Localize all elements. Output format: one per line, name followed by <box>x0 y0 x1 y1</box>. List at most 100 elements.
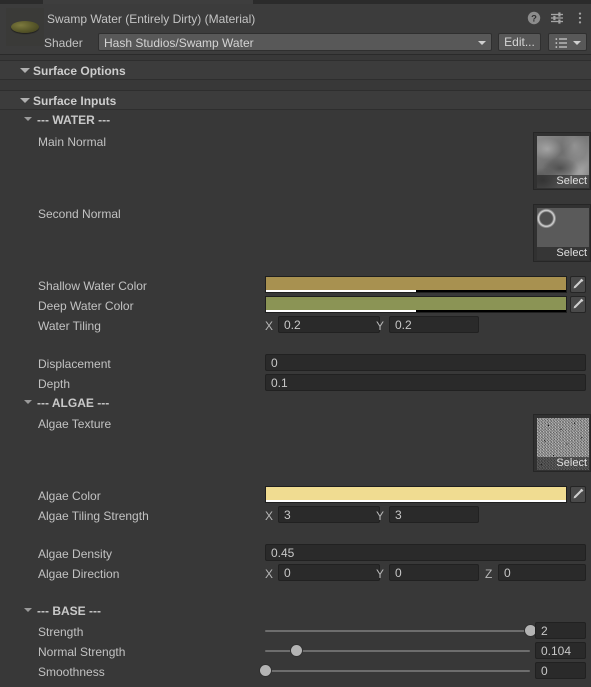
algae-direction-z-value: 0 <box>504 566 511 580</box>
water-tiling-x-label: X <box>265 319 274 333</box>
row-strength: Strength 2 <box>0 622 591 642</box>
strength-slider-track[interactable] <box>265 630 530 632</box>
shader-dropdown[interactable]: Hash Studios/Swamp Water <box>98 33 492 51</box>
strength-value: 2 <box>541 624 548 638</box>
water-tiling-y-input[interactable]: 0.2 <box>389 316 479 333</box>
water-tiling-x-input[interactable]: 0.2 <box>278 316 380 333</box>
algae-direction-z-input[interactable]: 0 <box>498 564 586 581</box>
material-header: Swamp Water (Entirely Dirty) (Material) … <box>0 4 591 55</box>
algae-texture-preview: Select <box>537 418 589 470</box>
chevron-down-icon <box>573 41 581 45</box>
material-preview-sphere-icon <box>11 21 39 33</box>
deep-water-eyedropper-icon[interactable] <box>570 296 586 313</box>
algae-tiling-x-value: 3 <box>284 508 291 522</box>
displacement-value: 0 <box>271 356 278 370</box>
chevron-down-icon <box>24 117 32 121</box>
algae-select-label[interactable]: Select <box>537 457 589 470</box>
smoothness-label: Smoothness <box>38 665 105 679</box>
algae-texture-label: Algae Texture <box>38 417 112 431</box>
edit-shader-button[interactable]: Edit... <box>498 33 541 51</box>
row-algae-direction: Algae Direction X 0 Y 0 Z 0 <box>0 564 591 584</box>
depth-input[interactable]: 0.1 <box>265 374 586 391</box>
group-algae[interactable]: --- ALGAE --- <box>0 394 591 412</box>
algae-direction-x-input[interactable]: 0 <box>278 564 380 581</box>
main-normal-texture-preview: Select <box>537 136 589 188</box>
algae-direction-label: Algae Direction <box>38 567 120 581</box>
smoothness-slider-knob[interactable] <box>259 665 271 676</box>
group-base-label: --- BASE --- <box>37 604 101 618</box>
chevron-down-icon <box>478 41 486 45</box>
algae-direction-y-value: 0 <box>395 566 402 580</box>
depth-value: 0.1 <box>271 376 288 390</box>
smoothness-slider-track[interactable] <box>265 670 530 672</box>
water-tiling-y-value: 0.2 <box>395 318 412 332</box>
group-algae-label: --- ALGAE --- <box>37 396 110 410</box>
main-normal-select-label[interactable]: Select <box>537 175 589 188</box>
algae-tiling-y-input[interactable]: 3 <box>389 506 479 523</box>
deep-water-color-swatch[interactable] <box>265 296 567 313</box>
help-icon[interactable]: ? <box>527 11 541 25</box>
foldout-surface-options[interactable]: Surface Options <box>0 60 591 80</box>
algae-color-swatch[interactable] <box>265 486 567 503</box>
shader-preset-button[interactable] <box>548 33 587 51</box>
row-second-normal: Second Normal <box>0 204 591 224</box>
chevron-down-icon <box>20 68 30 73</box>
row-normal-strength: Normal Strength 0.104 <box>0 642 591 662</box>
row-depth: Depth 0.1 <box>0 374 591 394</box>
chevron-down-icon <box>24 400 32 404</box>
row-displacement: Displacement 0 <box>0 354 591 374</box>
algae-direction-y-input[interactable]: 0 <box>389 564 479 581</box>
shader-label: Shader <box>44 36 83 50</box>
second-normal-texture-field[interactable]: Select <box>533 204 591 262</box>
group-water[interactable]: --- WATER --- <box>0 111 591 129</box>
preset-settings-icon[interactable] <box>550 11 564 25</box>
shallow-water-color-label: Shallow Water Color <box>38 279 147 293</box>
strength-input[interactable]: 2 <box>535 622 586 639</box>
water-tiling-label: Water Tiling <box>38 319 101 333</box>
group-water-label: --- WATER --- <box>37 113 111 127</box>
header-icon-group: ? <box>527 11 587 25</box>
kebab-menu-icon[interactable] <box>573 11 587 25</box>
algae-texture-field[interactable]: Select <box>533 414 591 472</box>
shallow-water-color-swatch[interactable] <box>265 276 567 293</box>
smoothness-input[interactable]: 0 <box>535 662 586 679</box>
normal-strength-slider-knob[interactable] <box>291 645 303 656</box>
displacement-label: Displacement <box>38 357 111 371</box>
row-algae-tiling-strength: Algae Tiling Strength X 3 Y 3 <box>0 506 591 526</box>
foldout-surface-inputs[interactable]: Surface Inputs <box>0 90 591 110</box>
row-shallow-water-color: Shallow Water Color <box>0 276 591 296</box>
row-water-tiling: Water Tiling X 0.2 Y 0.2 <box>0 316 591 336</box>
algae-density-label: Algae Density <box>38 547 113 561</box>
normal-strength-input[interactable]: 0.104 <box>535 642 586 659</box>
algae-density-value: 0.45 <box>271 546 295 560</box>
algae-direction-z-label: Z <box>485 567 493 581</box>
algae-tiling-strength-label: Algae Tiling Strength <box>38 509 149 523</box>
shader-list-icon <box>555 37 568 52</box>
algae-direction-x-value: 0 <box>284 566 291 580</box>
svg-text:?: ? <box>531 14 537 25</box>
smoothness-value: 0 <box>541 664 548 678</box>
chevron-down-icon <box>20 98 30 103</box>
strength-slider-knob[interactable] <box>524 625 536 636</box>
water-tiling-y-label: Y <box>376 319 385 333</box>
main-normal-label: Main Normal <box>38 135 107 149</box>
foldout-surface-inputs-label: Surface Inputs <box>33 94 117 108</box>
algae-color-eyedropper-icon[interactable] <box>570 486 586 503</box>
row-algae-texture: Algae Texture <box>0 414 591 434</box>
algae-tiling-y-value: 3 <box>395 508 402 522</box>
row-smoothness: Smoothness 0 <box>0 662 591 682</box>
second-normal-texture-preview: Select <box>537 208 589 260</box>
normal-strength-slider-track[interactable] <box>265 650 530 652</box>
algae-density-input[interactable]: 0.45 <box>265 544 586 561</box>
second-normal-select-label[interactable]: Select <box>537 247 589 260</box>
group-base[interactable]: --- BASE --- <box>0 602 591 620</box>
algae-direction-y-label: Y <box>376 567 385 581</box>
main-normal-texture-field[interactable]: Select <box>533 132 591 190</box>
water-tiling-x-value: 0.2 <box>284 318 301 332</box>
algae-tiling-x-input[interactable]: 3 <box>278 506 380 523</box>
displacement-input[interactable]: 0 <box>265 354 586 371</box>
algae-tiling-x-label: X <box>265 509 274 523</box>
shallow-water-eyedropper-icon[interactable] <box>570 276 586 293</box>
shader-dropdown-value: Hash Studios/Swamp Water <box>104 36 254 50</box>
algae-tiling-y-label: Y <box>376 509 385 523</box>
